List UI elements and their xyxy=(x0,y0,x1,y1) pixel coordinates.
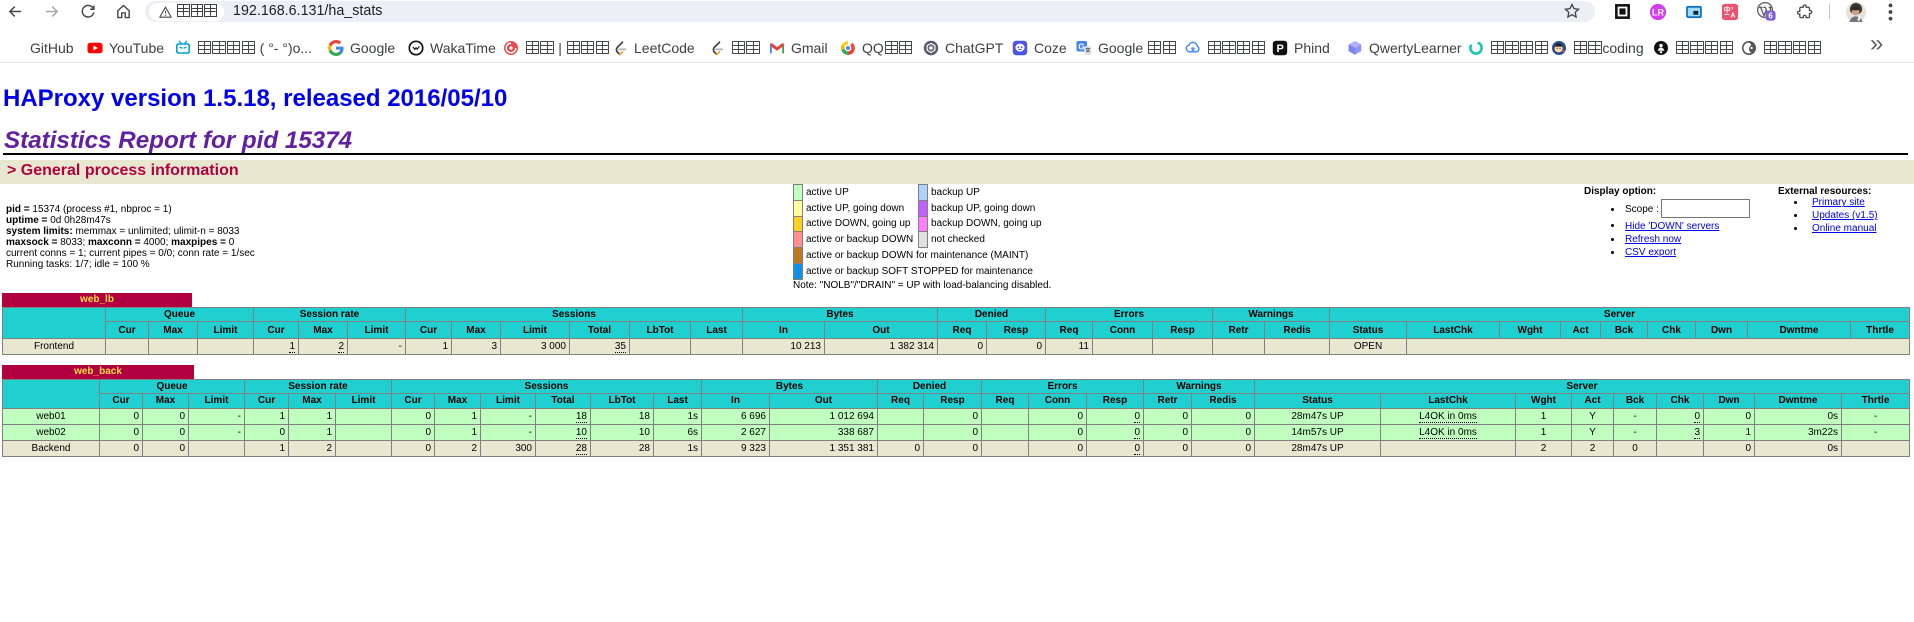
svg-text:A: A xyxy=(1730,13,1735,20)
svg-text:6: 6 xyxy=(1768,11,1773,20)
svg-text:LR: LR xyxy=(1652,7,1664,17)
svg-text:P: P xyxy=(1277,43,1284,55)
